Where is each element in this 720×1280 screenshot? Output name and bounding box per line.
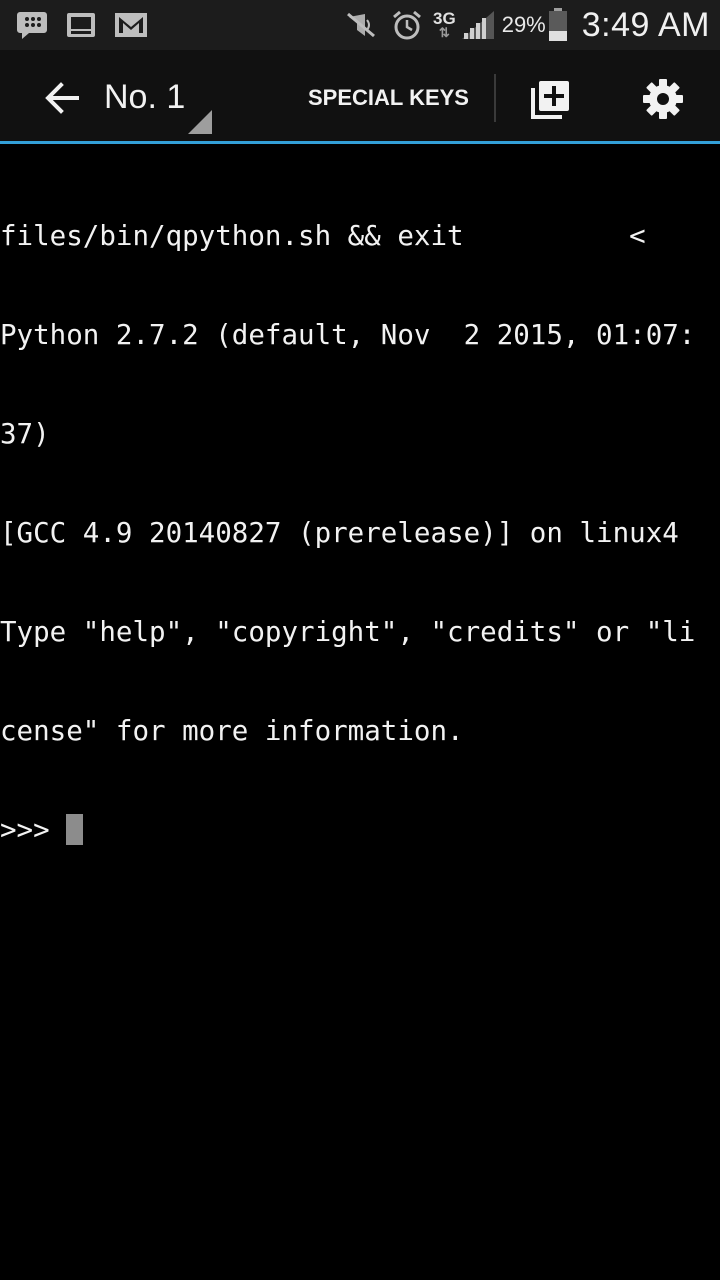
session-selector[interactable]: No. 1 xyxy=(104,68,214,134)
action-bar-accent-line xyxy=(0,141,720,144)
clock: 3:49 AM xyxy=(581,5,710,44)
terminal-line: [GCC 4.9 20140827 (prerelease)] on linux… xyxy=(0,517,679,549)
python-prompt: >>> xyxy=(0,814,67,846)
settings-button[interactable] xyxy=(638,74,688,124)
action-bar: No. 1 SPECIAL KEYS xyxy=(0,50,720,144)
toolbar-divider xyxy=(494,74,496,122)
text-cursor xyxy=(66,814,84,845)
status-bar: 3G ⇅ 29% 3:49 AM xyxy=(0,0,720,50)
terminal-line: 37) xyxy=(0,418,50,450)
dropdown-corner-icon xyxy=(188,110,212,134)
screen-icon xyxy=(67,13,95,37)
terminal-output[interactable]: files/bin/qpython.sh && exit < Python 2.… xyxy=(0,147,720,1280)
system-icons: 3G ⇅ 29% 3:49 AM xyxy=(345,0,710,50)
network-type-indicator: 3G ⇅ xyxy=(433,10,456,40)
alarm-icon xyxy=(393,10,421,40)
mute-icon xyxy=(347,12,375,38)
terminal-line: files/bin/qpython.sh && exit < xyxy=(0,220,646,252)
add-window-icon xyxy=(531,81,569,119)
terminal-line: Python 2.7.2 (default, Nov 2 2015, 01:07… xyxy=(0,319,696,351)
signal-strength-icon xyxy=(461,11,494,39)
terminal-line: cense" for more information. xyxy=(0,715,464,747)
back-arrow-icon xyxy=(45,82,79,114)
gmail-icon xyxy=(115,13,147,37)
notification-icons xyxy=(16,0,148,50)
battery-icon xyxy=(548,8,567,41)
new-window-button[interactable] xyxy=(526,74,576,124)
data-activity-icon: ⇅ xyxy=(438,25,450,40)
gear-icon xyxy=(643,79,683,119)
terminal-line: Type "help", "copyright", "credits" or "… xyxy=(0,616,696,648)
blackberry-messenger-icon xyxy=(17,12,47,39)
battery-percent: 29% xyxy=(501,12,546,37)
back-button[interactable] xyxy=(40,76,86,120)
special-keys-button[interactable]: SPECIAL KEYS xyxy=(300,76,477,120)
terminal-prompt-line[interactable]: >>> xyxy=(0,814,720,847)
session-title: No. 1 xyxy=(104,78,186,116)
